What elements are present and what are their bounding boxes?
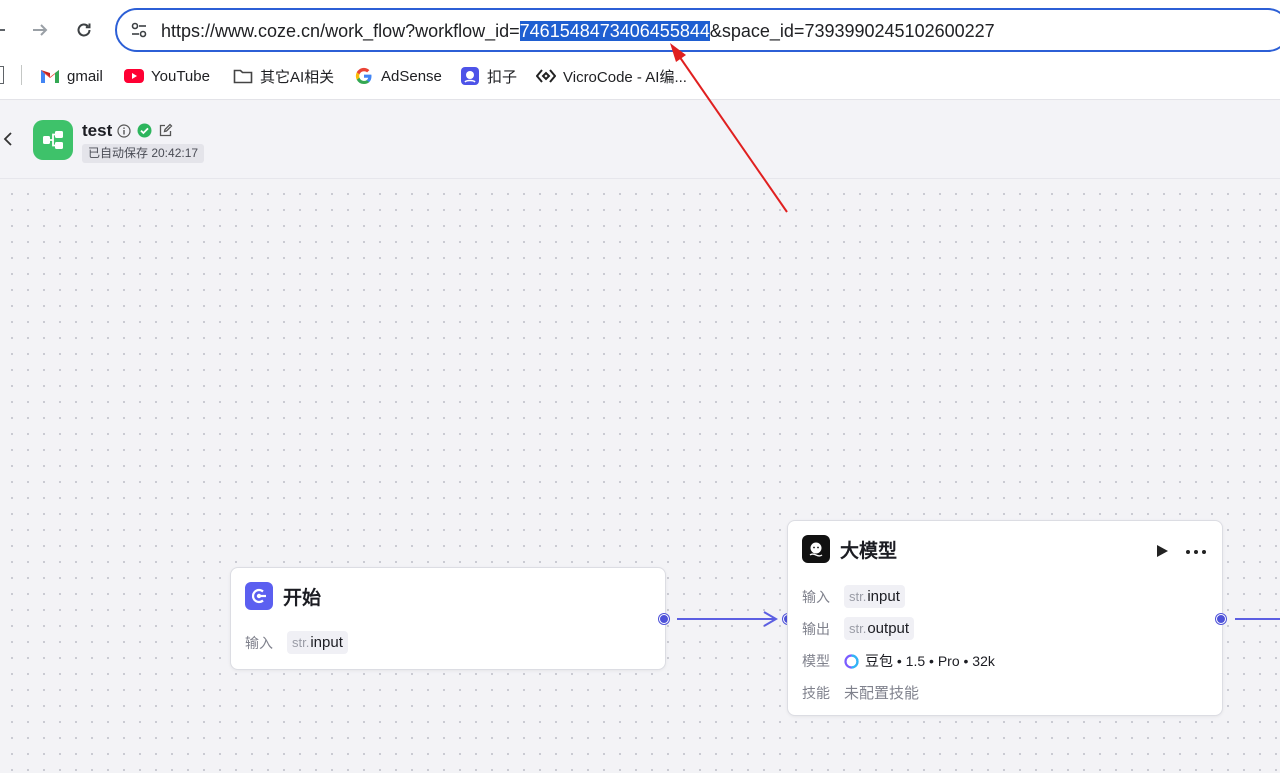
llm-input-row: 输入 str. input [802, 585, 905, 608]
edge-arrowhead-icon [763, 611, 778, 627]
published-check-icon [137, 123, 152, 143]
llm-node-title: 大模型 [840, 540, 898, 562]
llm-output-row: 输出 str. output [802, 617, 915, 640]
edge-start-to-llm[interactable] [677, 618, 774, 620]
bookmarks-bar: gmail YouTube 其它AI相关 AdSense 扣子 VicroCod… [0, 62, 1280, 90]
start-node-icon [245, 582, 273, 610]
llm-node[interactable]: 大模型 输入 str. input 输出 str. output 模型 豆包 • 1… [787, 520, 1223, 716]
divider [21, 65, 22, 85]
edge-llm-to-next[interactable] [1235, 618, 1280, 620]
info-icon[interactable] [117, 123, 131, 143]
llm-input-param: str. input [844, 585, 905, 608]
start-node-title: 开始 [283, 587, 322, 609]
llm-skill-row: 技能 未配置技能 [802, 682, 919, 703]
address-bar[interactable]: https://www.coze.cn/work_flow?workflow_i… [115, 8, 1280, 52]
coze-icon [460, 66, 480, 86]
llm-skill-value: 未配置技能 [844, 685, 920, 702]
url-selected-id[interactable]: 7461548473406455844 [519, 21, 710, 41]
folder-icon [233, 66, 253, 86]
llm-output-param: str. output [844, 617, 915, 640]
reload-icon[interactable] [68, 14, 100, 46]
llm-model-row: 模型 豆包 • 1.5 • Pro • 32k [802, 653, 995, 669]
more-options-icon[interactable] [1185, 549, 1207, 555]
edit-icon[interactable] [158, 123, 173, 143]
start-node[interactable]: 开始 输入 str. input [230, 567, 666, 670]
browser-chrome: https://www.coze.cn/work_flow?workflow_i… [0, 0, 1280, 100]
start-input-param: str. input [287, 631, 348, 654]
back-arrow-icon[interactable] [0, 14, 14, 46]
workflow-canvas[interactable]: 开始 输入 str. input 大模型 输入 str. input 输出 str.… [0, 180, 1280, 773]
workflow-logo-icon [33, 120, 73, 160]
bookmark-folder-ai[interactable]: 其它AI相关 [233, 64, 334, 88]
url-text[interactable]: https://www.coze.cn/work_flow?workflow_i… [161, 20, 995, 42]
bookmark-gmail[interactable]: gmail [40, 64, 103, 88]
apps-grid-icon[interactable] [0, 66, 4, 84]
autosave-status: 已自动保存 20:42:17 [82, 144, 205, 163]
llm-model-value: 豆包 • 1.5 • Pro • 32k [865, 653, 995, 669]
google-icon [354, 66, 374, 86]
forward-arrow-icon[interactable] [24, 14, 56, 46]
bookmark-coze[interactable]: 扣子 [460, 64, 517, 88]
bookmark-adsense[interactable]: AdSense [354, 64, 442, 88]
gmail-icon [40, 66, 60, 86]
run-play-icon[interactable] [1154, 543, 1170, 559]
site-settings-icon[interactable] [129, 20, 149, 40]
start-output-port[interactable] [659, 614, 669, 624]
bookmark-youtube[interactable]: YouTube [124, 64, 210, 88]
chevron-left-icon[interactable] [2, 129, 16, 149]
llm-output-port[interactable] [1216, 614, 1226, 624]
doubao-model-icon [844, 653, 859, 669]
youtube-icon [124, 66, 144, 86]
workflow-header: test 已自动保存 20:42:17 [0, 101, 1280, 179]
bookmark-vicrocode[interactable]: VicroCode - AI编... [536, 64, 687, 88]
workflow-title: test [82, 121, 113, 140]
vicrocode-icon [536, 66, 556, 86]
start-input-row: 输入 str. input [245, 631, 348, 654]
llm-node-icon [802, 535, 830, 563]
